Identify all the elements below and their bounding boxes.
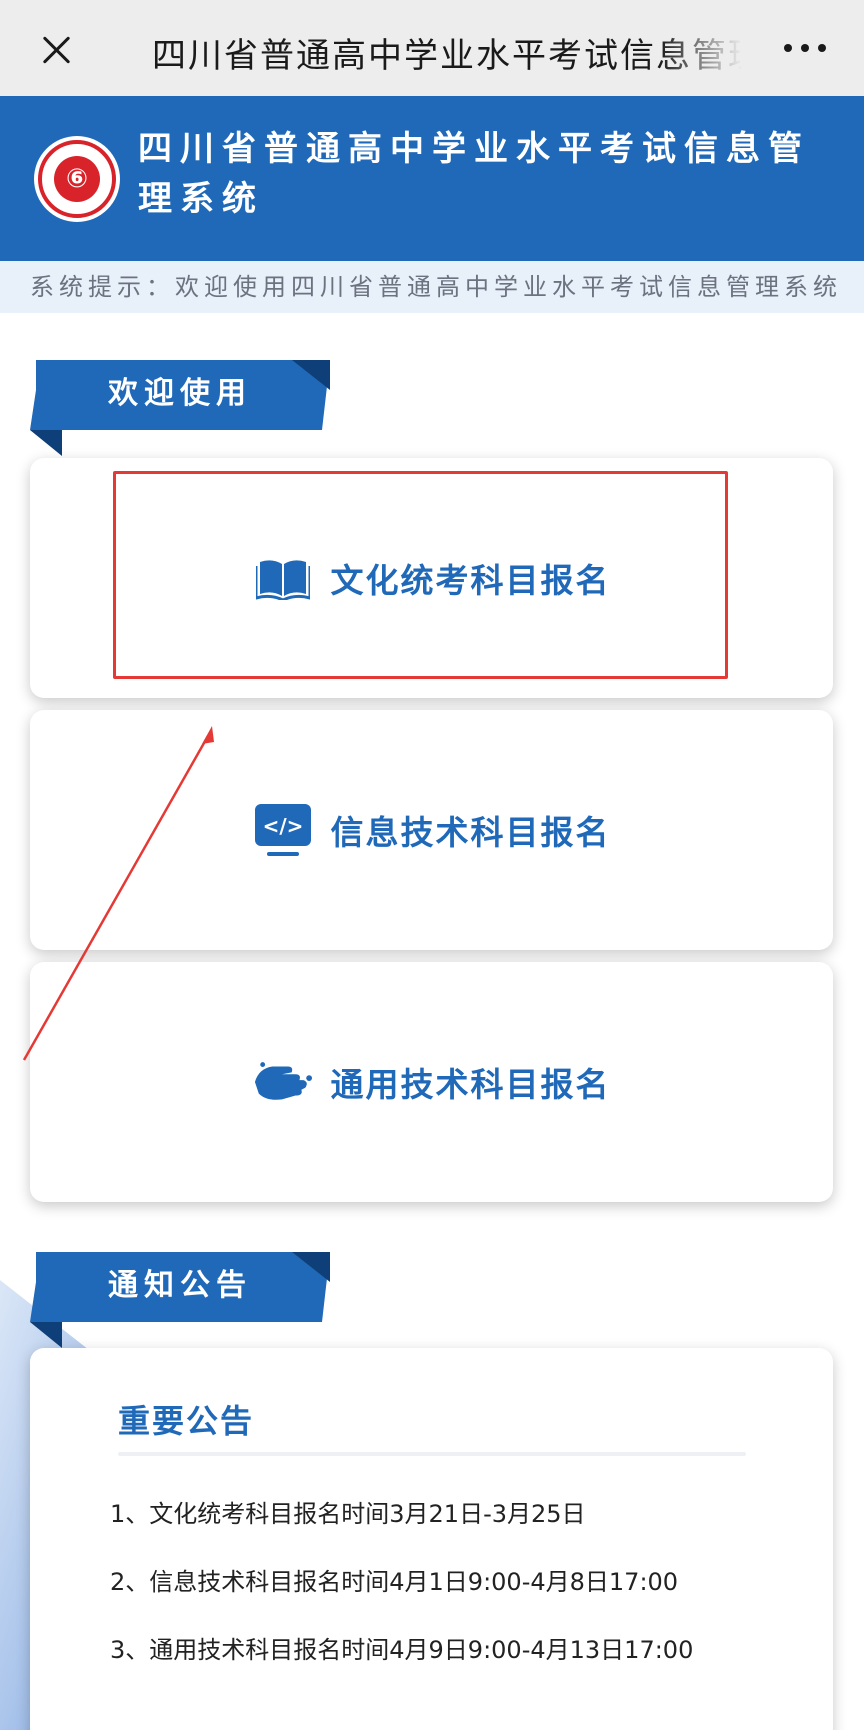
section-title-welcome: 欢迎使用 [108,376,252,411]
announcement-card: 重要公告 1、文化统考科目报名时间3月21日-3月25日 2、信息技术科目报名时… [30,1348,833,1730]
more-dots-icon[interactable] [784,38,826,58]
svg-text:</>: </> [262,814,303,838]
culture-exam-registration-button[interactable]: 文化统考科目报名 [30,458,833,698]
code-monitor-icon: </> [253,800,313,860]
arrow-annotation [22,726,214,1061]
announcement-title: 重要公告 [118,1402,255,1440]
top-nav-bar: 四川省普通高中学业水平考试信息管理系统 [0,0,864,96]
handshake-icon [253,1052,313,1112]
close-icon[interactable] [36,30,76,70]
announcement-item: 2、信息技术科目报名时间4月1日9:00-4月8日17:00 [110,1568,679,1596]
section-ribbon-welcome: 欢迎使用 [30,360,332,456]
announcement-item: 1、文化统考科目报名时间3月21日-3月25日 [110,1500,586,1528]
seal-logo-icon: ⑥ [34,136,120,222]
card-label-general-tech: 通用技术科目报名 [330,1065,611,1104]
system-notice-bar: 系统提示：欢迎使用四川省普通高中学业水平考试信息管理系统 [0,261,864,313]
card-label-it: 信息技术科目报名 [330,813,611,852]
card-label-culture: 文化统考科目报名 [330,561,611,600]
section-title-announcements: 通知公告 [108,1268,252,1303]
header-title: 四川省普通高中学业水平考试信息管理系统 [138,129,810,219]
nav-title: 四川省普通高中学业水平考试信息管理系统 [152,36,742,72]
book-icon [253,548,313,608]
announcement-divider [118,1452,746,1456]
section-ribbon-announcements: 通知公告 [30,1252,332,1348]
announcement-item: 3、通用技术科目报名时间4月9日9:00-4月13日17:00 [110,1636,694,1664]
app-header: ⑥ 四川省普通高中学业水平考试信息管理系统 [0,96,864,261]
